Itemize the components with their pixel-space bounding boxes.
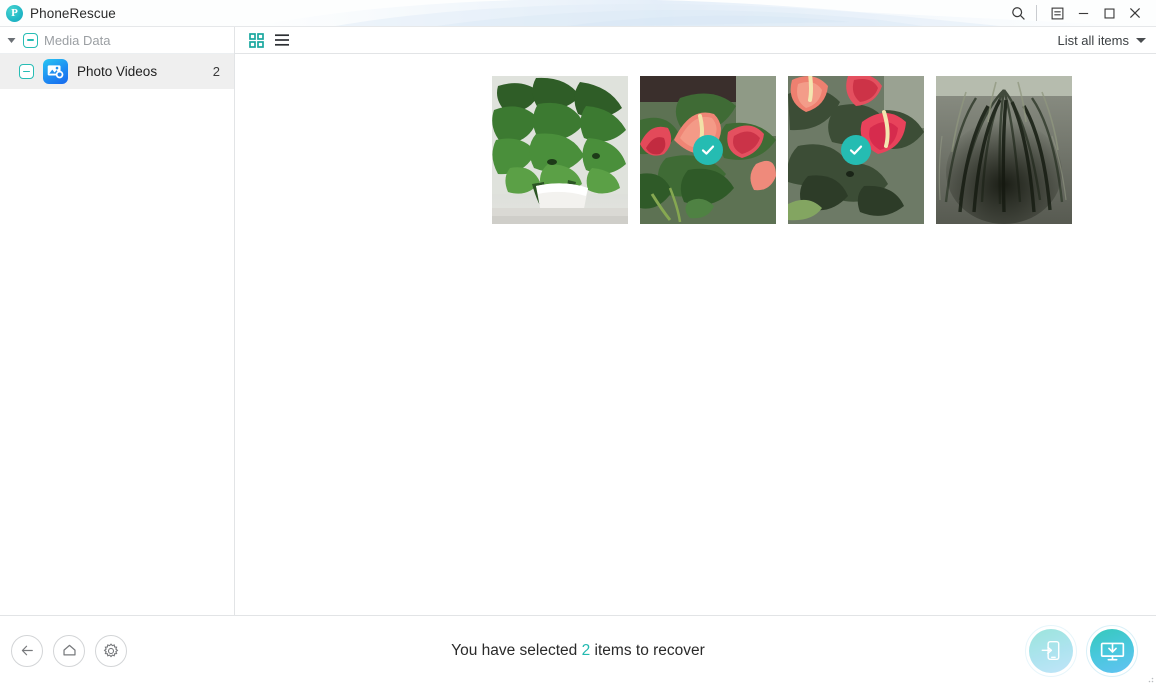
window-body: Media Data Photo Videos 2 List all items [0, 27, 1156, 615]
thumbnail-grid [492, 76, 1156, 224]
thumbnail-item[interactable] [936, 76, 1072, 224]
main-panel: List all items [235, 27, 1156, 615]
selection-status: You have selected 2 items to recover [0, 642, 1156, 660]
thumbnail-item[interactable] [492, 76, 628, 224]
back-arrow-icon [21, 645, 33, 656]
maximize-icon[interactable] [1096, 0, 1122, 26]
status-suffix: items to recover [594, 641, 705, 659]
status-count: 2 [581, 641, 591, 659]
gear-icon [103, 642, 119, 657]
close-icon[interactable] [1122, 0, 1148, 26]
title-bar: P PhoneRescue [0, 0, 1156, 27]
recover-to-computer-button[interactable] [1086, 624, 1138, 677]
thumbnail-grid-area[interactable] [235, 54, 1156, 615]
app-title: PhoneRescue [30, 5, 116, 21]
search-icon[interactable] [1005, 0, 1031, 26]
footer-action-group [1025, 624, 1156, 677]
titlebar-brand: P PhoneRescue [0, 4, 116, 22]
phonerescue-window: P PhoneRescue Media Data Photo Videos 2 … [0, 0, 1156, 685]
app-logo-icon: P [6, 4, 23, 22]
sort-dropdown-label: List all items [1057, 32, 1129, 48]
back-button[interactable] [11, 634, 43, 667]
view-toggle-group [248, 32, 290, 48]
resize-grip[interactable] [1144, 673, 1154, 683]
selected-check-badge[interactable] [841, 135, 871, 165]
recover-to-device-button[interactable] [1025, 624, 1077, 677]
sidebar-group-label: Media Data [44, 32, 111, 48]
titlebar-decoration [255, 0, 1137, 26]
photo-videos-icon [43, 59, 68, 84]
sidebar: Media Data Photo Videos 2 [0, 27, 235, 615]
chevron-down-icon[interactable] [6, 35, 17, 46]
recover-to-device-icon [1041, 640, 1059, 661]
sidebar-item-label: Photo Videos [77, 64, 158, 79]
check-icon [849, 145, 863, 155]
window-controls [1005, 0, 1156, 26]
photo-thumbnail-image [492, 76, 628, 224]
sort-dropdown[interactable]: List all items [1057, 33, 1146, 48]
checkbox-indeterminate-mark [23, 70, 30, 73]
group-checkbox[interactable] [23, 32, 38, 48]
home-icon [62, 644, 76, 656]
sidebar-item-photo-videos[interactable]: Photo Videos 2 [0, 54, 234, 89]
selected-check-badge[interactable] [693, 135, 723, 165]
main-toolbar: List all items [235, 27, 1156, 54]
sidebar-item-count: 2 [212, 64, 220, 79]
footer-nav-group [0, 634, 127, 667]
settings-button[interactable] [95, 634, 127, 667]
chevron-down-icon [1136, 37, 1146, 43]
app-logo-letter: P [11, 6, 18, 19]
thumbnail-item[interactable] [788, 76, 924, 224]
recover-to-computer-icon [1100, 642, 1124, 661]
grid-view-icon[interactable] [248, 32, 264, 48]
list-view-icon[interactable] [274, 32, 290, 48]
home-button[interactable] [53, 634, 85, 667]
sidebar-group-media-data[interactable]: Media Data [0, 27, 234, 54]
status-prefix: You have selected [451, 641, 578, 659]
photo-videos-checkbox[interactable] [19, 64, 34, 79]
checkbox-indeterminate-mark [27, 39, 34, 41]
menu-icon[interactable] [1044, 0, 1070, 26]
titlebar-divider [1036, 5, 1037, 21]
footer-bar: You have selected 2 items to recover [0, 615, 1156, 685]
photo-thumbnail-image [936, 76, 1072, 224]
check-icon [701, 145, 715, 155]
thumbnail-item[interactable] [640, 76, 776, 224]
minimize-icon[interactable] [1070, 0, 1096, 26]
